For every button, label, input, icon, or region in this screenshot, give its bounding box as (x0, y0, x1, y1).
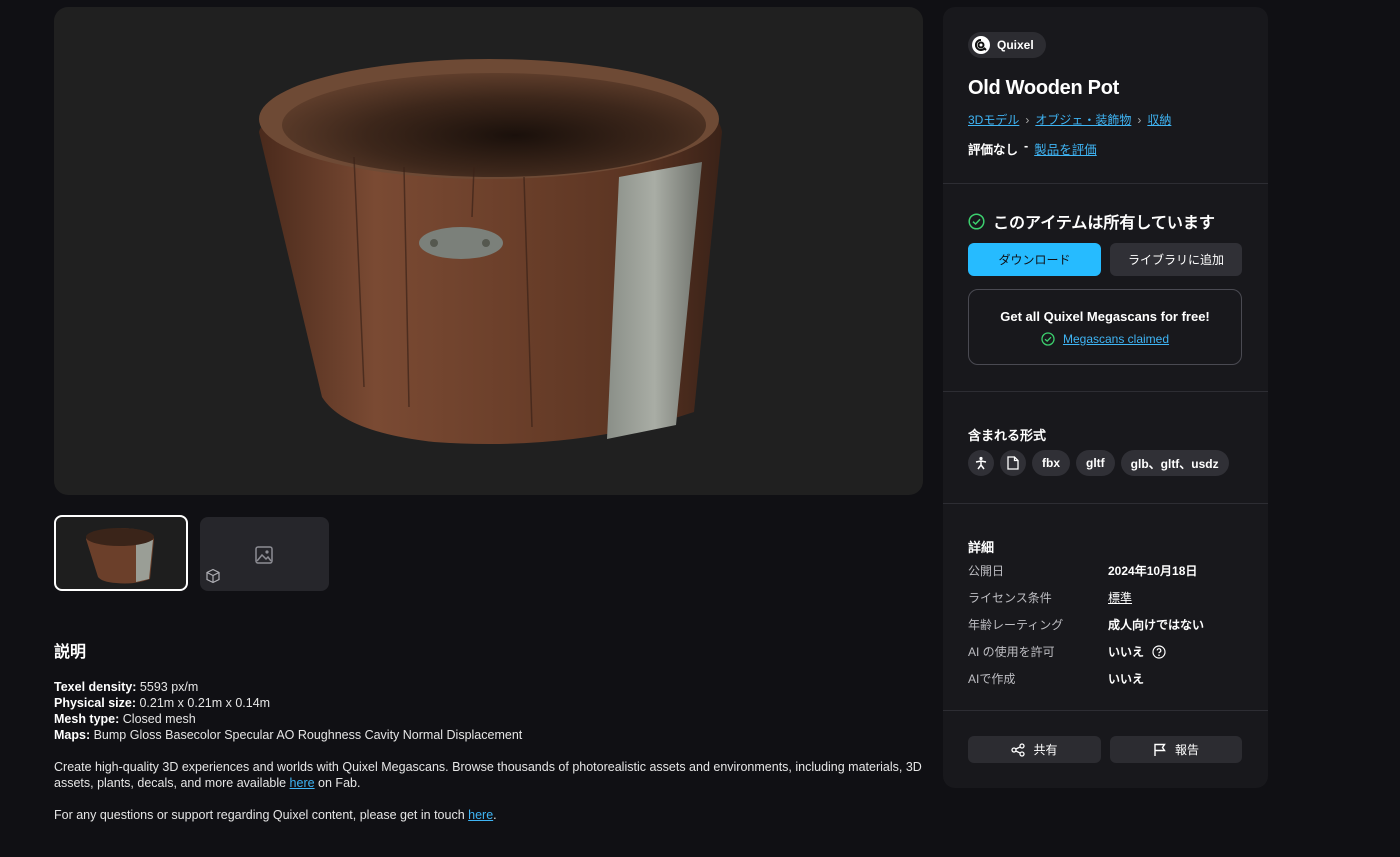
ownership-section: このアイテムは所有しています ダウンロード ライブラリに追加 Get all Q… (943, 184, 1268, 392)
spec-maps: Maps: Bump Gloss Basecolor Specular AO R… (54, 728, 523, 742)
flag-icon (1154, 743, 1166, 756)
add-to-library-button[interactable]: ライブラリに追加 (1110, 243, 1242, 276)
help-icon[interactable] (1152, 644, 1166, 659)
spec-physical-size: Physical size: 0.21m x 0.21m x 0.14m (54, 696, 271, 710)
rating-separator: - (1024, 139, 1029, 153)
spec-texel: Texel density: 5593 px/m (54, 680, 199, 694)
promo-status: Megascans claimed (969, 332, 1241, 346)
product-header: Quixel Old Wooden Pot 3Dモデル › オブジェ・装飾物 ›… (943, 7, 1268, 184)
3d-cube-icon (206, 568, 220, 584)
check-circle-icon (1041, 332, 1055, 346)
owned-status: このアイテムは所有しています (968, 209, 1215, 233)
unreal-engine-icon[interactable] (968, 450, 994, 476)
formats-list: fbx gltf glb、gltf、usdz (968, 450, 1229, 476)
detail-row-ai-created: AIで作成 いいえ (968, 672, 1145, 686)
check-circle-icon (968, 212, 985, 230)
publisher-chip[interactable]: Quixel (968, 32, 1046, 58)
spec-mesh-type: Mesh type: Closed mesh (54, 712, 196, 726)
publisher-name: Quixel (997, 38, 1034, 52)
file-icon[interactable] (1000, 450, 1026, 476)
wooden-pot-image (259, 59, 722, 444)
rate-product-link[interactable]: 製品を評価 (1034, 139, 1097, 158)
chevron-right-icon: › (1025, 112, 1030, 127)
description-paragraph: Create high-quality 3D experiences and w… (54, 760, 922, 790)
megascans-promo: Get all Quixel Megascans for free! Megas… (968, 289, 1242, 365)
detail-row-ai-usage: AI の使用を許可 いいえ (968, 643, 1258, 670)
promo-heading: Get all Quixel Megascans for free! (1000, 309, 1210, 324)
support-paragraph: For any questions or support regarding Q… (54, 808, 497, 822)
support-here-link[interactable]: here (468, 808, 493, 822)
format-gltf[interactable]: gltf (1076, 450, 1115, 476)
fab-here-link[interactable]: here (290, 776, 315, 790)
license-link[interactable]: 標準 (1108, 589, 1132, 606)
product-title: Old Wooden Pot (968, 77, 1119, 99)
rating-text: 評価なし (968, 143, 1019, 157)
breadcrumb-storage[interactable]: 収納 (1147, 111, 1171, 128)
details-table: 公開日 2024年10月18日 ライセンス条件 標準 年齢レーティング 成人向けではな… (968, 562, 1258, 697)
image-icon (255, 546, 273, 564)
detail-row-published: 公開日 2024年10月18日 (968, 564, 1198, 578)
breadcrumb: 3Dモデル › オブジェ・装飾物 › 収納 (968, 111, 1171, 128)
spec-list: Texel density: 5593 px/m Physical size: … (54, 679, 924, 743)
details-heading: 詳細 (968, 540, 995, 555)
description-section: 説明 Texel density: 5593 px/m Physical siz… (54, 645, 924, 823)
details-section: 詳細 公開日 2024年10月18日 ライセンス条件 標準 年齢レーティング 成人向け… (943, 504, 1268, 711)
report-label: 報告 (1174, 743, 1199, 757)
thumbnail-placeholder[interactable] (200, 517, 329, 591)
share-button[interactable]: 共有 (968, 736, 1101, 763)
chevron-right-icon: › (1137, 112, 1142, 127)
share-icon (1011, 742, 1026, 757)
thumbnail-pot[interactable] (54, 515, 188, 591)
download-button[interactable]: ダウンロード (968, 243, 1101, 276)
report-button[interactable]: 報告 (1110, 736, 1242, 763)
format-glb-gltf-usdz[interactable]: glb、gltf、usdz (1120, 450, 1229, 476)
share-label: 共有 (1033, 743, 1058, 757)
product-panel: Quixel Old Wooden Pot 3Dモデル › オブジェ・装飾物 ›… (943, 7, 1268, 788)
breadcrumb-objects[interactable]: オブジェ・装飾物 (1035, 111, 1131, 128)
breadcrumb-3d-models[interactable]: 3Dモデル (968, 111, 1019, 128)
format-fbx[interactable]: fbx (1032, 450, 1070, 476)
asset-viewer[interactable] (54, 7, 923, 495)
detail-row-license: ライセンス条件 標準 (968, 589, 1133, 606)
formats-heading: 含まれる形式 (968, 428, 1047, 443)
quixel-logo-icon (972, 36, 990, 54)
detail-row-age-rating: 年齢レーティング 成人向けではない (968, 618, 1205, 632)
description-heading: 説明 (54, 644, 87, 661)
thumbnail-strip (54, 515, 329, 591)
rating-row: 評価なし - 製品を評価 (968, 139, 1097, 158)
megascans-claimed-link[interactable]: Megascans claimed (1063, 332, 1169, 346)
formats-section: 含まれる形式 fbx gltf glb、gltf、usdz (943, 392, 1268, 504)
